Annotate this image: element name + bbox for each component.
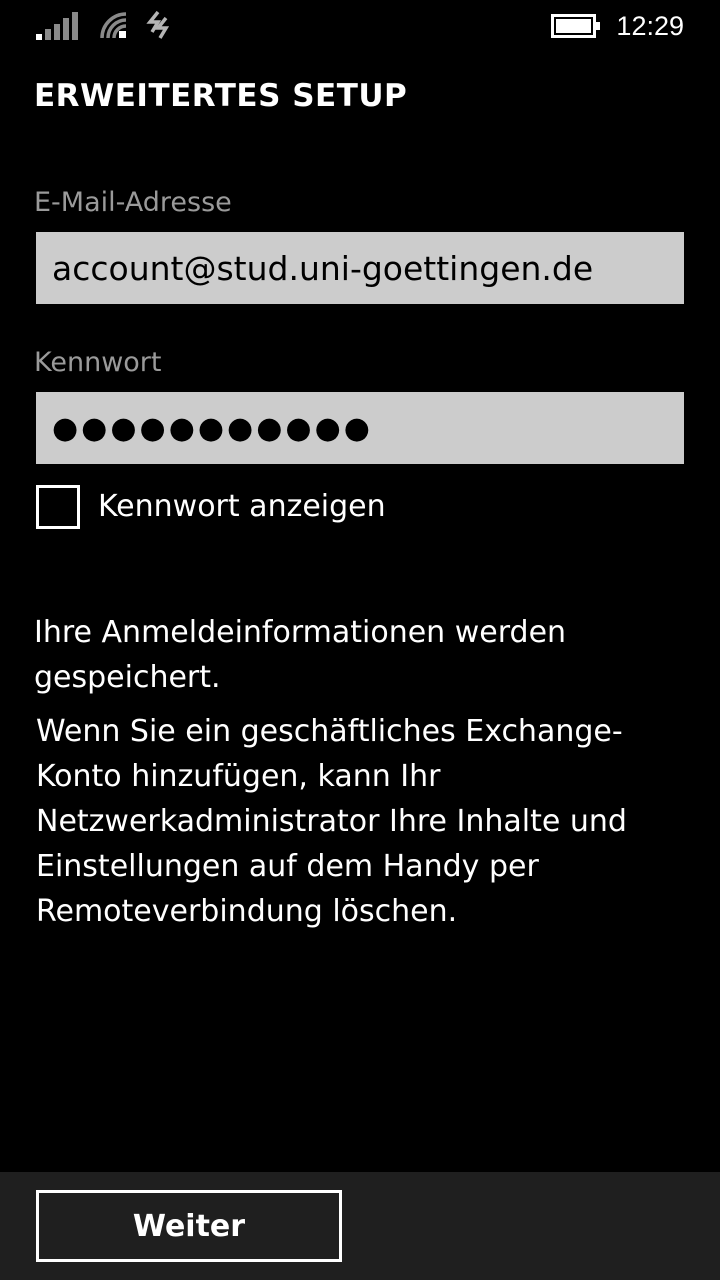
battery-icon [551,14,600,38]
page-title: ERWEITERTES SETUP [34,78,408,114]
exchange-remote-wipe-text: Wenn Sie ein geschäftliches Exchange-Kon… [36,714,627,929]
credentials-saved-text: Ihre Anmeldeinformationen werden gespeic… [34,615,567,695]
show-password-label: Kennwort anzeigen [98,489,386,524]
show-password-checkbox[interactable] [36,485,80,529]
email-label: E-Mail-Adresse [34,187,232,218]
show-password-row[interactable]: Kennwort anzeigen [36,482,386,532]
password-label: Kennwort [34,347,162,378]
email-field[interactable]: account@stud.uni-goettingen.de [36,232,684,304]
wifi-icon [100,12,127,39]
signal-strength-icon [36,12,78,40]
status-bar: 12:29 [0,0,720,52]
next-button[interactable]: Weiter [36,1190,342,1262]
password-field[interactable]: ●●●●●●●●●●● [36,392,684,464]
clock: 12:29 [616,11,684,41]
data-sense-icon [146,10,170,39]
app-bar: Weiter [0,1172,720,1280]
